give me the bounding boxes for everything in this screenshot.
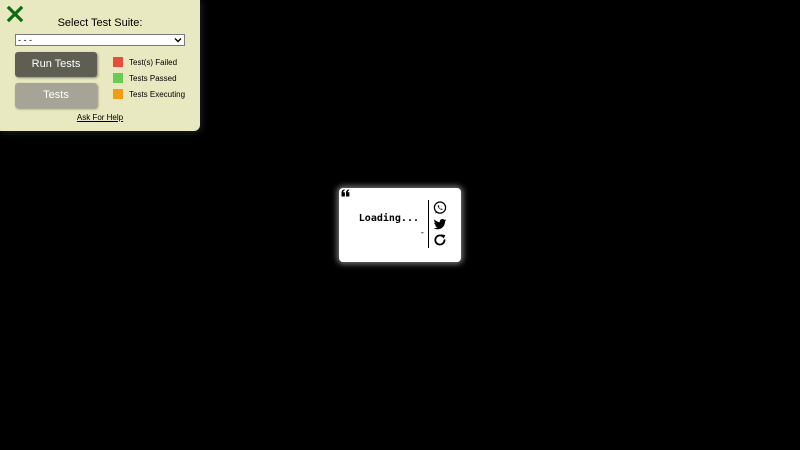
run-tests-button[interactable]: Run Tests: [15, 52, 97, 77]
legend-label-executing: Tests Executing: [129, 89, 186, 99]
legend-item-failed: Test(s) Failed: [113, 57, 177, 67]
whatsapp-icon[interactable]: [433, 201, 447, 215]
test-suite-select[interactable]: - - -: [15, 34, 185, 46]
legend-item-executing: Tests Executing: [113, 89, 185, 99]
refresh-icon[interactable]: [433, 233, 447, 247]
failed-swatch: [113, 57, 123, 67]
legend-label-passed: Tests Passed: [129, 73, 177, 83]
quote-icon: [341, 189, 350, 197]
test-suite-panel: Select Test Suite: - - - Run Tests Tests…: [0, 0, 200, 131]
legend-label-failed: Test(s) Failed: [129, 57, 178, 67]
chevron-down-icon: [174, 38, 182, 43]
panel-title: Select Test Suite:: [57, 17, 143, 29]
quote-author: -: [419, 228, 425, 238]
passed-swatch: [113, 73, 123, 83]
ask-for-help-link[interactable]: Ask For Help: [0, 113, 200, 122]
quote-box: Loading... -: [339, 188, 461, 262]
twitter-icon[interactable]: [433, 217, 447, 231]
tests-button[interactable]: Tests: [15, 83, 97, 108]
select-value: - - -: [18, 35, 32, 45]
executing-swatch: [113, 89, 123, 99]
divider: [428, 200, 429, 248]
legend-item-passed: Tests Passed: [113, 73, 177, 83]
quote-text: Loading...: [358, 213, 419, 224]
